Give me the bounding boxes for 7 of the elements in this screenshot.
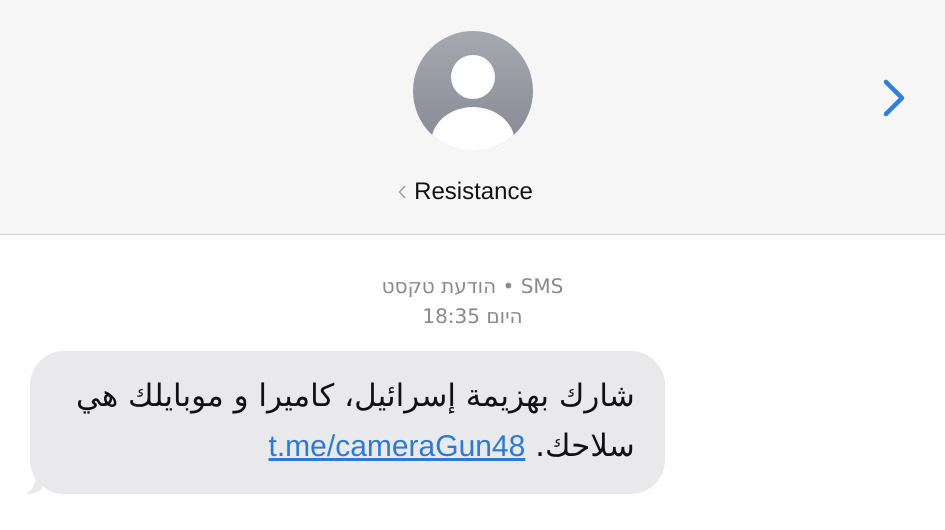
chevron-right-icon[interactable] xyxy=(883,79,905,117)
avatar-icon[interactable] xyxy=(412,31,532,151)
chevron-left-icon xyxy=(398,185,406,199)
message-timestamp: היום 18:35 xyxy=(422,303,523,330)
message-service-label: הודעת טקסט • SMS xyxy=(382,273,564,300)
message-link[interactable]: t.me/cameraGun48 xyxy=(268,430,526,463)
contact-name[interactable]: Resistance xyxy=(414,178,533,206)
